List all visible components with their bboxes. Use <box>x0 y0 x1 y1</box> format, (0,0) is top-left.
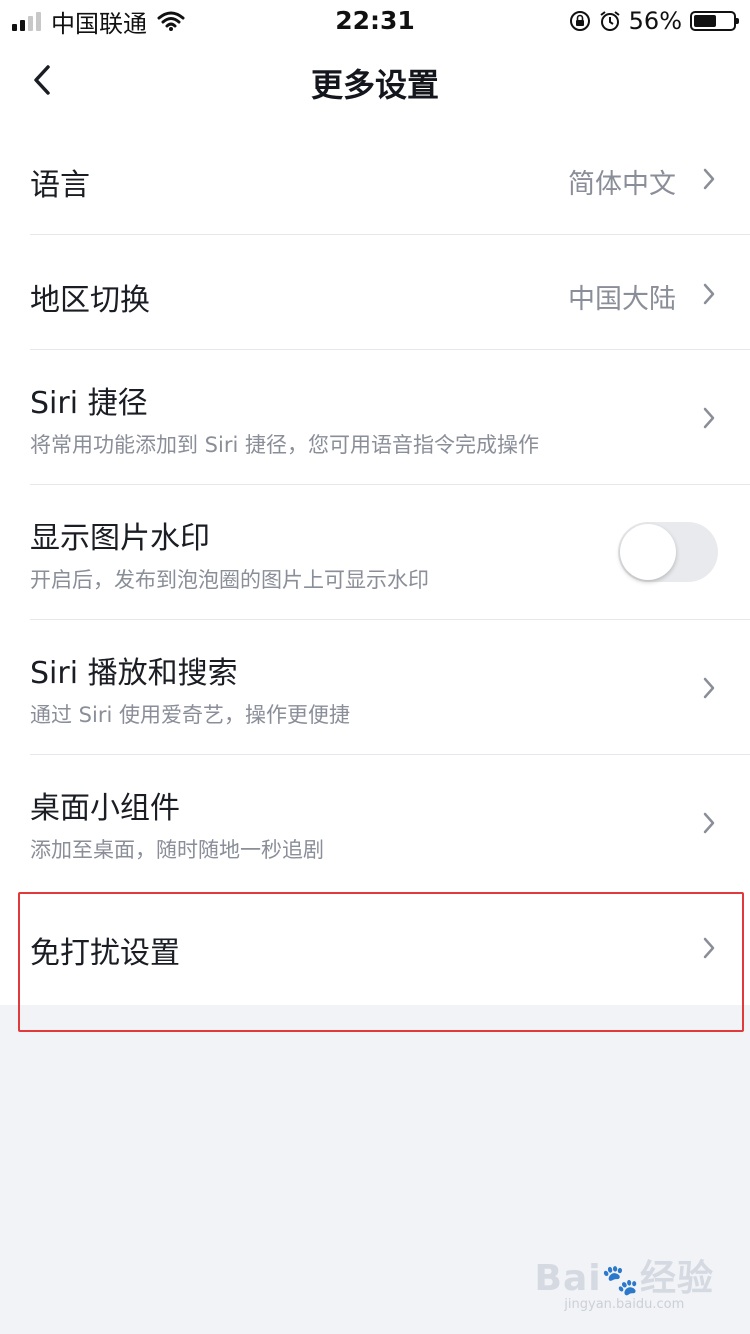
highlight-annotation-box <box>18 892 744 1032</box>
setting-description: 将常用功能添加到 Siri 捷径，您可用语音指令完成操作 <box>30 433 539 457</box>
setting-row-siri-shortcut[interactable]: Siri 捷径 将常用功能添加到 Siri 捷径，您可用语音指令完成操作 <box>0 350 750 485</box>
battery-percent: 56% <box>628 7 682 35</box>
setting-description: 通过 Siri 使用爱奇艺，操作更便捷 <box>30 703 350 727</box>
setting-label: 地区切换 <box>30 283 150 318</box>
setting-value: 中国大陆 <box>568 284 676 315</box>
baidu-jingyan-watermark: Bai🐾经验 jingyan.baidu.com <box>535 1249 714 1312</box>
chevron-right-icon <box>703 677 715 699</box>
setting-row-widget[interactable]: 桌面小组件 添加至桌面，随时随地一秒追剧 <box>0 755 750 890</box>
chevron-right-icon <box>703 812 715 834</box>
navigation-bar: 更多设置 <box>0 42 750 120</box>
setting-label: 桌面小组件 <box>30 791 180 826</box>
battery-icon <box>690 11 739 31</box>
setting-label: 显示图片水印 <box>30 521 210 556</box>
chevron-right-icon <box>703 168 715 190</box>
screen: 中国联通 22:31 56% 更多设置 语言 简体中文 地区切换 中国大陆 Si… <box>0 0 750 1334</box>
setting-label: Siri 捷径 <box>30 386 148 421</box>
toggle-knob <box>620 524 676 580</box>
status-bar: 中国联通 22:31 56% <box>0 0 750 42</box>
setting-row-siri-search[interactable]: Siri 播放和搜索 通过 Siri 使用爱奇艺，操作更便捷 <box>0 620 750 755</box>
chevron-right-icon <box>703 283 715 305</box>
setting-value: 简体中文 <box>568 169 676 200</box>
setting-description: 开启后，发布到泡泡圈的图片上可显示水印 <box>30 568 429 592</box>
chevron-right-icon <box>703 407 715 429</box>
watermark-toggle[interactable] <box>618 522 718 582</box>
setting-row-region[interactable]: 地区切换 中国大陆 <box>0 235 750 350</box>
page-title: 更多设置 <box>310 66 439 104</box>
status-right: 56% <box>569 6 739 36</box>
setting-label: 语言 <box>30 168 90 203</box>
rotation-lock-icon <box>569 11 590 31</box>
setting-row-watermark: 显示图片水印 开启后，发布到泡泡圈的图片上可显示水印 <box>0 485 750 620</box>
watermark-logo: Bai🐾经验 <box>534 1258 714 1299</box>
setting-label: Siri 播放和搜索 <box>30 656 238 691</box>
alarm-icon <box>600 11 620 31</box>
settings-list: 语言 简体中文 地区切换 中国大陆 Siri 捷径 将常用功能添加到 Siri … <box>0 120 750 1005</box>
setting-description: 添加至桌面，随时随地一秒追剧 <box>30 838 324 862</box>
setting-row-language[interactable]: 语言 简体中文 <box>0 120 750 235</box>
